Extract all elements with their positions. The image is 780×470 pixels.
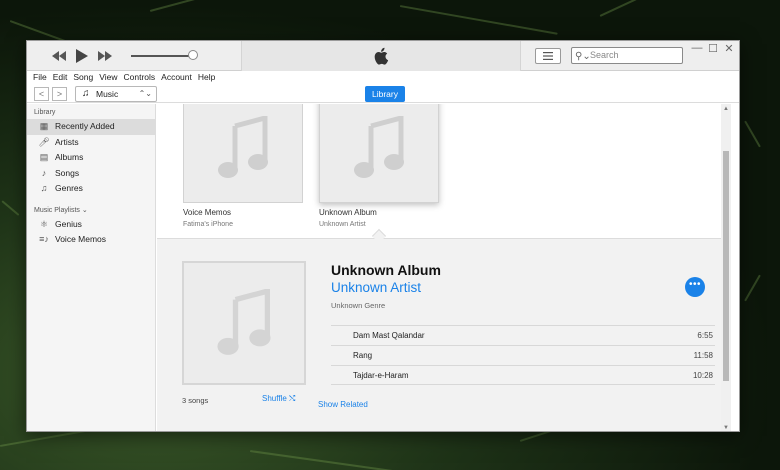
menu-account[interactable]: Account [161,71,192,85]
menu-edit[interactable]: Edit [53,71,68,85]
itunes-window: ⚲⌄ Search — ☐ ✕ File Edit Song View Cont… [26,40,740,432]
play-icon[interactable] [75,48,89,64]
track-name: Rang [353,351,373,360]
back-button[interactable]: < [34,87,49,101]
music-note-placeholder-icon [354,115,404,178]
chevron-left-icon: < [38,89,45,99]
menu-help[interactable]: Help [198,71,215,85]
sidebar-item-recently-added[interactable]: ▦ Recently Added [27,119,155,135]
minimize-icon[interactable]: — [690,42,704,54]
track-row[interactable]: Rang 11:58 [331,345,715,365]
library-heading: Library [34,109,56,116]
up-next-button[interactable] [535,48,561,64]
scroll-down-icon[interactable]: ▼ [721,423,731,431]
note-icon: ♪ [41,167,47,178]
sidebar-item-voice-memos[interactable]: ≡♪ Voice Memos [27,232,155,248]
shuffle-label: Shuffle [262,394,287,403]
rewind-icon[interactable] [51,50,67,62]
album-icon: ▤ [39,152,49,162]
apple-logo-icon [374,47,389,65]
music-note-placeholder-icon [217,289,271,355]
sidebar-item-genius[interactable]: ⚛ Genius [27,217,155,233]
sidebar-item-label: Genres [55,183,83,193]
shuffle-button[interactable]: Shuffle ⤭ [262,394,295,404]
volume-slider-track[interactable] [131,55,191,57]
search-icon: ⚲⌄ [575,51,591,62]
playlist-icon: ≡♪ [39,234,49,244]
list-icon [543,52,553,60]
search-input[interactable]: ⚲⌄ Search [571,47,683,64]
menu-song[interactable]: Song [73,71,93,85]
transport-controls [51,48,113,64]
sidebar-item-label: Recently Added [55,121,115,131]
sidebar-item-artists[interactable]: 🎤︎ Artists [27,135,155,151]
track-duration: 11:58 [693,351,713,360]
album-artwork-unknown-album[interactable] [319,104,439,203]
album-title[interactable]: Voice Memos [183,208,231,217]
sidebar-item-label: Albums [55,152,84,162]
chevron-updown-icon: ⌃⌄ [138,89,152,98]
status-display [241,41,521,71]
track-row[interactable]: Dam Mast Qalandar 6:55 [331,325,715,345]
track-list: Dam Mast Qalandar 6:55 Rang 11:58 Tajdar… [331,325,715,385]
menu-bar: File Edit Song View Controls Account Hel… [27,71,739,85]
navigation-bar: < > ♫ Music ⌃⌄ Library [27,85,739,103]
album-detail-genre: Unknown Genre [331,301,386,310]
genres-icon: ♫ [40,183,48,193]
track-duration: 10:28 [692,371,713,380]
track-name: Tajdar-e-Haram [353,371,409,380]
track-duration: 6:55 [697,331,713,340]
forward-button[interactable]: > [52,87,67,101]
media-kind-select[interactable]: ♫ Music ⌃⌄ [75,86,157,102]
genius-icon: ⚛ [39,218,49,229]
album-detail-title: Unknown Album [331,262,441,278]
album-detail-panel: Unknown Album Unknown Artist Unknown Gen… [157,238,731,431]
menu-controls[interactable]: Controls [124,71,156,85]
scroll-up-icon[interactable]: ▲ [721,104,731,114]
sidebar-item-albums[interactable]: ▤ Albums [27,150,155,166]
track-row[interactable]: Tajdar-e-Haram 10:28 [331,365,715,385]
close-icon[interactable]: ✕ [722,42,736,55]
sidebar-item-genres[interactable]: ♫ Genres [27,181,155,197]
song-count: 3 songs [182,396,209,405]
sidebar-item-label: Artists [55,136,79,147]
title-bar: ⚲⌄ Search — ☐ ✕ [27,41,739,71]
library-tab[interactable]: Library [365,86,405,102]
music-note-placeholder-icon [218,115,268,178]
album-subtitle: Fatima's iPhone [183,221,233,228]
fast-forward-icon[interactable] [97,50,113,62]
maximize-icon[interactable]: ☐ [706,42,720,55]
scrollbar-thumb[interactable] [723,151,729,381]
album-title[interactable]: Unknown Album [319,208,377,217]
recently-added-icon: ▦ [39,121,49,131]
music-note-icon: ♫ [82,88,90,99]
music-playlists-heading[interactable]: Music Playlists ⌄ [27,205,155,217]
album-detail-artist[interactable]: Unknown Artist [331,280,421,295]
show-related-link[interactable]: Show Related [318,400,368,409]
sidebar-item-label: Genius [55,218,82,229]
album-subtitle: Unknown Artist [319,221,366,228]
sidebar: Library ▦ Recently Added 🎤︎ Artists ▤ Al… [27,104,156,431]
menu-file[interactable]: File [33,71,47,85]
sidebar-item-label: Songs [55,167,80,178]
more-options-button[interactable]: ••• [685,277,705,297]
search-placeholder: Search [590,50,619,60]
main-content: Voice Memos Fatima's iPhone Unknown Albu… [157,104,731,431]
menu-view[interactable]: View [99,71,117,85]
sidebar-item-label: Voice Memos [55,234,107,244]
sidebar-item-songs[interactable]: ♪ Songs [27,166,155,182]
media-kind-label: Music [96,89,119,99]
album-detail-artwork [182,261,306,385]
vertical-scrollbar[interactable]: ▲ ▼ [721,104,731,431]
volume-slider-knob[interactable] [188,50,198,60]
chevron-right-icon: > [56,89,63,99]
shuffle-icon: ⤭ [289,394,296,403]
album-artwork-voice-memos[interactable] [183,104,303,203]
track-name: Dam Mast Qalandar [353,331,425,340]
microphone-icon: 🎤︎ [38,136,50,147]
